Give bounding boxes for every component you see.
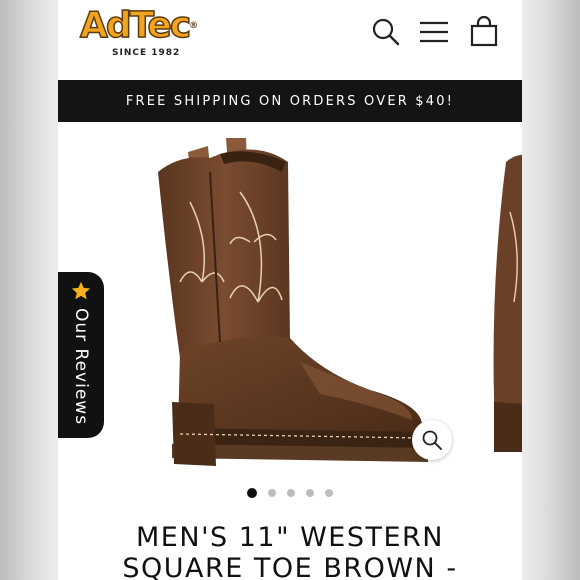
promo-banner: FREE SHIPPING ON ORDERS OVER $40!: [58, 80, 522, 122]
pagination-dot-3[interactable]: [287, 489, 295, 497]
star-icon: [71, 281, 91, 300]
promo-banner-text: FREE SHIPPING ON ORDERS OVER $40!: [125, 93, 455, 109]
hamburger-menu-icon[interactable]: [418, 16, 450, 48]
gallery-pagination: [58, 486, 522, 500]
pagination-dot-4[interactable]: [306, 489, 314, 497]
product-title: MEN'S 11" WESTERN SQUARE TOE BROWN -: [58, 522, 522, 580]
mobile-product-page: AdTec® since 1982 FREE SHIPPING ON ORDER…: [58, 0, 522, 580]
product-title-line-2: SQUARE TOE BROWN -: [122, 553, 458, 580]
product-image-gallery[interactable]: [58, 122, 522, 472]
background-right-blur: [522, 0, 580, 580]
search-icon[interactable]: [370, 16, 402, 48]
our-reviews-label: Our Reviews: [71, 308, 91, 426]
background-left-blur: [0, 0, 58, 580]
logo-tagline: since 1982: [112, 48, 181, 58]
zoom-button[interactable]: [412, 420, 452, 460]
product-image-next-preview[interactable]: [488, 152, 522, 472]
brand-logo[interactable]: AdTec® since 1982: [79, 5, 206, 60]
our-reviews-tab[interactable]: Our Reviews: [58, 272, 104, 438]
pagination-dot-1[interactable]: [247, 488, 257, 498]
logo-text: AdTec: [79, 5, 192, 47]
magnifier-zoom-icon: [422, 430, 442, 450]
shopping-bag-icon[interactable]: [468, 16, 500, 48]
registered-mark: ®: [189, 21, 198, 31]
product-title-line-1: MEN'S 11" WESTERN: [136, 522, 444, 553]
pagination-dot-2[interactable]: [268, 489, 276, 497]
product-image-boot[interactable]: [150, 132, 435, 472]
pagination-dot-5[interactable]: [325, 489, 333, 497]
site-header: AdTec® since 1982: [58, 0, 522, 80]
